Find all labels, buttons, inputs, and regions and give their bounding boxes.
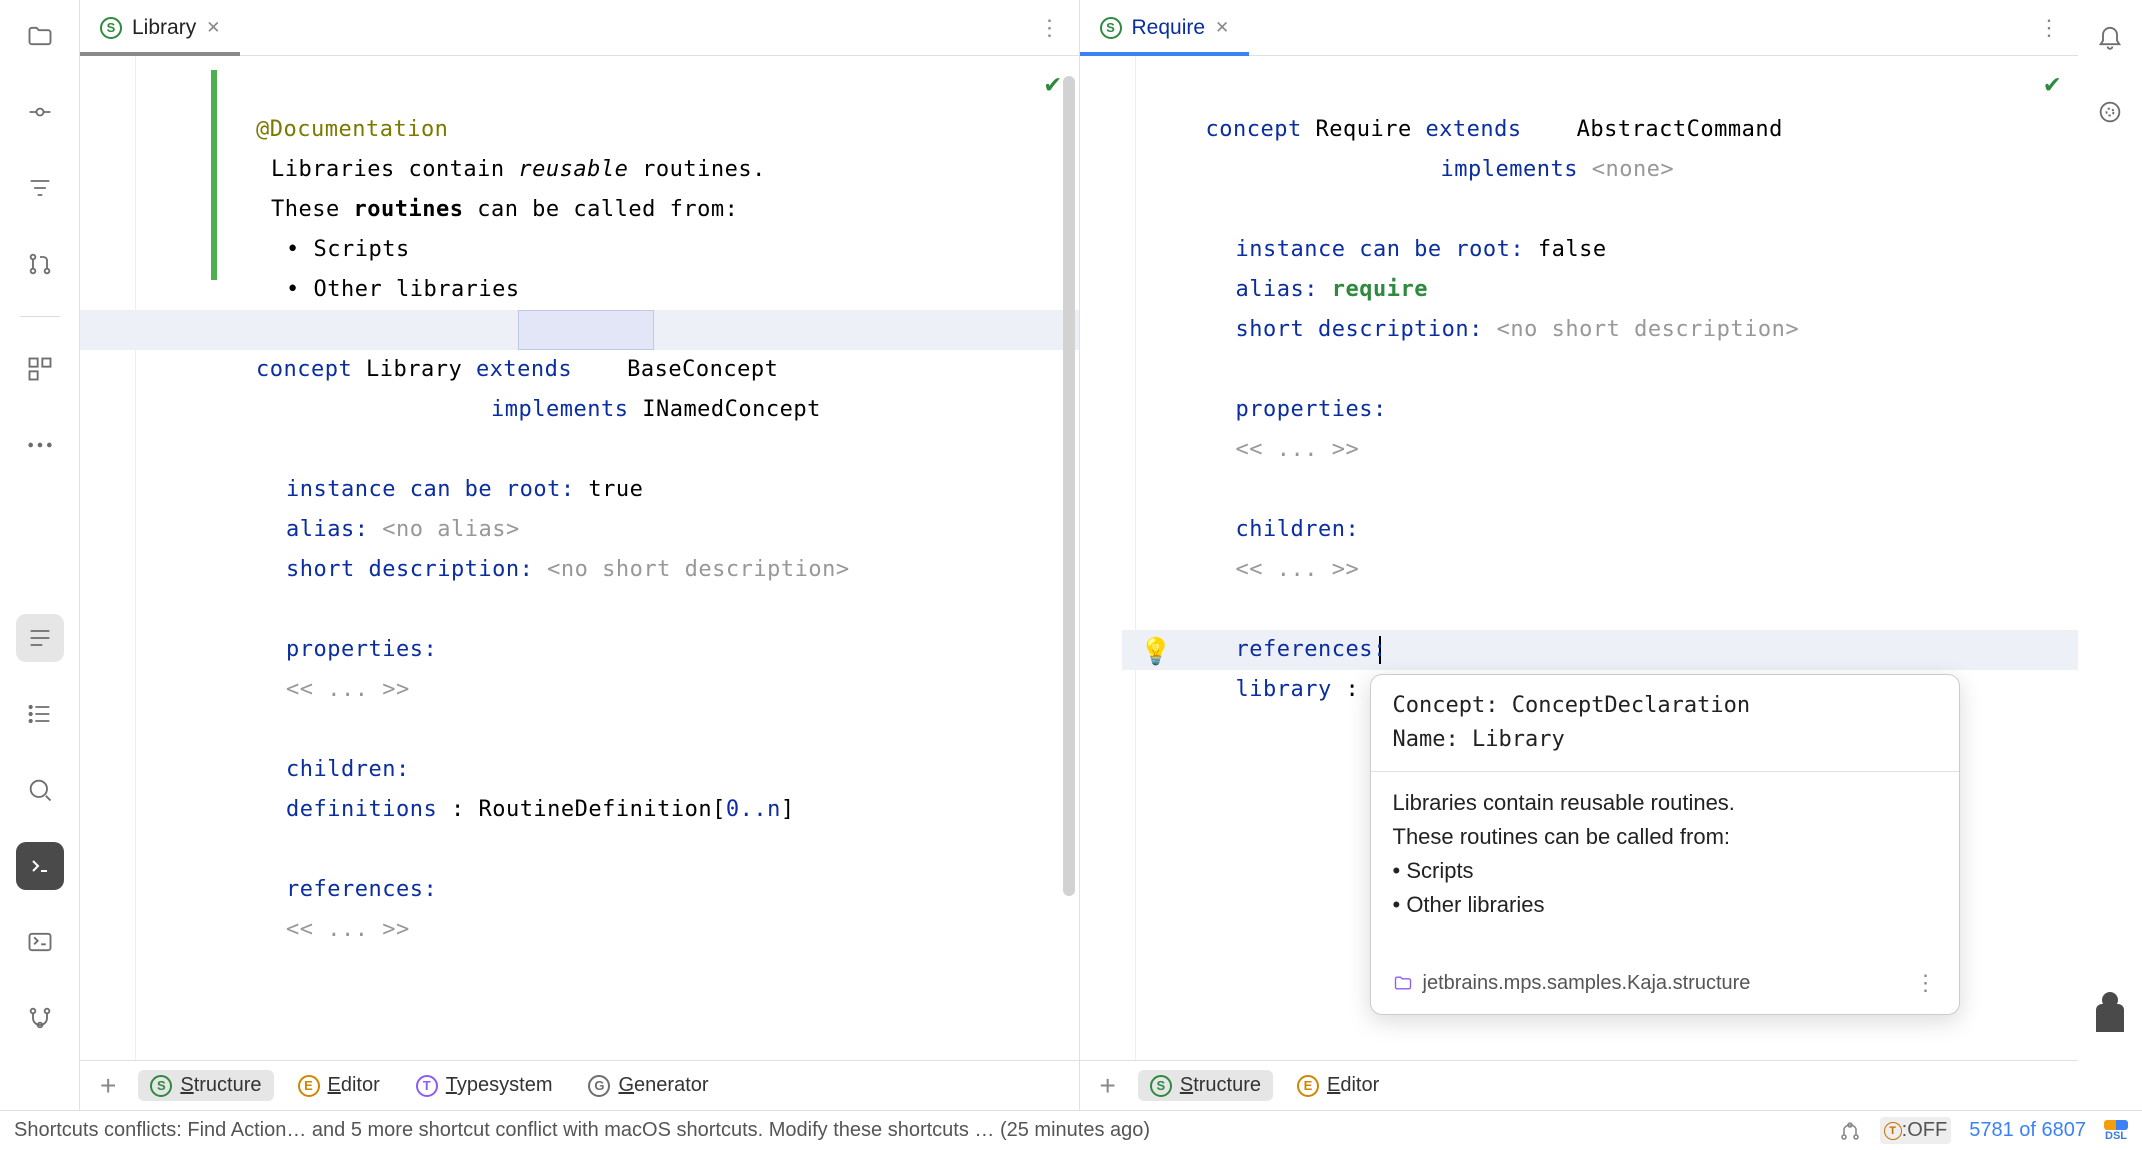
user-icon[interactable] xyxy=(2086,994,2134,1042)
editor-body-left[interactable]: ✔ @Documentation Libraries contain reusa… xyxy=(80,56,1079,1110)
terminal-icon[interactable] xyxy=(16,842,64,890)
tab-bar-right: S Require ✕ ⋮ xyxy=(1080,0,2079,56)
tab-require[interactable]: S Require ✕ xyxy=(1080,0,1250,55)
add-aspect-icon[interactable]: + xyxy=(1090,1070,1126,1102)
status-graph-icon[interactable] xyxy=(1838,1119,1862,1143)
pull-request-icon[interactable] xyxy=(16,240,64,288)
status-count[interactable]: 5781 of 6807 xyxy=(1969,1119,2086,1142)
close-icon[interactable]: ✕ xyxy=(206,18,220,38)
target-icon[interactable] xyxy=(2086,88,2134,136)
soft-wrap-icon[interactable] xyxy=(16,614,64,662)
commit-icon[interactable] xyxy=(16,88,64,136)
tab-bar-left: S Library ✕ ⋮ xyxy=(80,0,1079,56)
tab-menu-icon[interactable]: ⋮ xyxy=(2020,15,2078,41)
tab-menu-icon[interactable]: ⋮ xyxy=(1021,15,1079,41)
module-icon xyxy=(1393,973,1413,993)
left-tool-rail xyxy=(0,0,80,1110)
search-icon[interactable] xyxy=(16,766,64,814)
tab-label: Library xyxy=(132,16,196,40)
notifications-icon[interactable] xyxy=(2086,12,2134,60)
aspect-tabs-right: + SStructure EEditor xyxy=(1080,1060,2079,1110)
close-icon[interactable]: ✕ xyxy=(1215,18,1229,38)
editor-body-right[interactable]: ✔ 💡 concept Require extends AbstractComm… xyxy=(1080,56,2079,1110)
editor-pane-right: S Require ✕ ⋮ ✔ 💡 concept Require extend… xyxy=(1080,0,2079,1110)
todo-icon[interactable] xyxy=(16,690,64,738)
status-toff[interactable]: T:OFF xyxy=(1880,1117,1952,1144)
dsl-icon[interactable]: DSL xyxy=(2104,1120,2128,1142)
scrollbar[interactable] xyxy=(1063,76,1075,896)
popup-path: jetbrains.mps.samples.Kaja.structure xyxy=(1423,966,1751,1000)
more-icon[interactable] xyxy=(16,421,64,469)
code-content-right[interactable]: concept Require extends AbstractCommand … xyxy=(1136,70,2055,750)
popup-menu-icon[interactable]: ⋮ xyxy=(1915,966,1937,1000)
aspect-editor[interactable]: EEditor xyxy=(286,1070,392,1101)
concept-s-icon: S xyxy=(100,17,122,39)
run-console-icon[interactable] xyxy=(16,918,64,966)
status-bar: Shortcuts conflicts: Find Action… and 5 … xyxy=(0,1110,2142,1150)
aspect-generator[interactable]: GGenerator xyxy=(576,1070,720,1101)
aspect-typesystem[interactable]: TTypesystem xyxy=(404,1070,565,1101)
structure-icon[interactable] xyxy=(16,345,64,393)
tab-label: Require xyxy=(1132,16,1206,40)
concept-s-icon: S xyxy=(1100,17,1122,39)
editor-pane-left: S Library ✕ ⋮ ✔ @Documentation Libraries… xyxy=(80,0,1080,1110)
project-icon[interactable] xyxy=(16,12,64,60)
add-aspect-icon[interactable]: + xyxy=(90,1070,126,1102)
vcs-icon[interactable] xyxy=(16,994,64,1042)
aspect-tabs-left: + SStructure EEditor TTypesystem GGenera… xyxy=(80,1060,1079,1110)
right-tool-rail xyxy=(2078,0,2142,1110)
aspect-editor[interactable]: EEditor xyxy=(1285,1070,1391,1101)
tab-library[interactable]: S Library ✕ xyxy=(80,0,240,55)
status-message[interactable]: Shortcuts conflicts: Find Action… and 5 … xyxy=(14,1119,1150,1142)
aspect-structure[interactable]: SStructure xyxy=(138,1070,273,1101)
aspect-structure[interactable]: SStructure xyxy=(1138,1070,1273,1101)
code-content-left[interactable]: @Documentation Libraries contain reusabl… xyxy=(136,70,1055,990)
filter-icon[interactable] xyxy=(16,164,64,212)
quick-doc-popup[interactable]: Concept: ConceptDeclaration Name: Librar… xyxy=(1370,674,1960,1015)
